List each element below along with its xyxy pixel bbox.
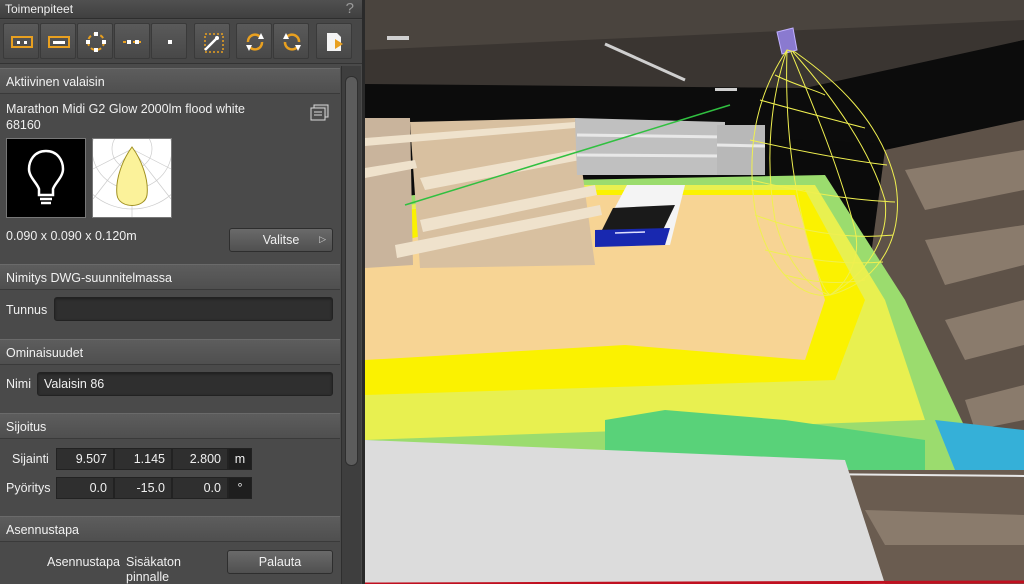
rotate-ccw-button[interactable] xyxy=(273,23,309,59)
move-icon xyxy=(11,36,33,48)
export-button[interactable] xyxy=(316,23,352,59)
move-horizontal-icon xyxy=(48,36,70,48)
panel-scrollbar[interactable] xyxy=(341,66,361,584)
scrollbar-thumb[interactable] xyxy=(345,76,358,466)
rotation-label: Pyöritys xyxy=(6,481,51,495)
luminaire-name: Marathon Midi G2 Glow 2000lm flood white xyxy=(6,102,246,116)
polar-curve-icon xyxy=(71,88,193,217)
move-button[interactable] xyxy=(3,23,39,59)
panel-titlebar: Toimenpiteet ? xyxy=(0,0,362,19)
luminaire-dimensions: 0.090 x 0.090 x 0.120m xyxy=(6,229,137,243)
align-line-button[interactable] xyxy=(114,23,150,59)
dwg-designation-header[interactable]: Nimitys DWG-suunnitelmassa xyxy=(0,264,340,290)
properties-header[interactable]: Ominaisuudet xyxy=(0,339,340,365)
panel-title: Toimenpiteet xyxy=(5,2,74,16)
help-icon[interactable]: ? xyxy=(346,0,354,17)
position-unit: m xyxy=(228,448,252,470)
foreground-floor xyxy=(365,440,885,584)
position-y-input[interactable]: 1.145 xyxy=(114,448,172,470)
rotation-y-input[interactable]: -15.0 xyxy=(114,477,172,499)
rotate-around-icon xyxy=(86,32,106,52)
luminaire-code: 68160 xyxy=(6,118,41,132)
active-luminaire-header[interactable]: Aktiivinen valaisin xyxy=(0,68,340,94)
point-icon xyxy=(168,40,172,44)
placement-header[interactable]: Sijoitus xyxy=(0,413,340,439)
light-bulb-icon xyxy=(27,149,65,205)
ceiling-light-strip xyxy=(387,36,409,40)
ceiling-light-strip xyxy=(715,88,737,91)
rotate-cw-button[interactable] xyxy=(236,23,272,59)
luminaire-info-icon[interactable] xyxy=(310,104,330,122)
export-icon xyxy=(327,33,343,51)
tunnus-input[interactable] xyxy=(54,297,333,321)
toolbar xyxy=(0,20,362,64)
rotate-cw-icon xyxy=(246,33,264,51)
actions-panel: Toimenpiteet ? Aktiivinen valaisin Marat… xyxy=(0,0,362,584)
3d-viewport[interactable] xyxy=(365,0,1024,584)
rotate-ccw-icon xyxy=(283,33,301,51)
rotate-around-button[interactable] xyxy=(77,23,113,59)
move-horizontal-button[interactable] xyxy=(40,23,76,59)
rotation-unit: ° xyxy=(228,477,252,499)
light-distribution-diagram xyxy=(71,88,193,218)
position-x-input[interactable]: 9.507 xyxy=(56,448,114,470)
reset-mounting-button[interactable]: Palauta xyxy=(227,550,333,574)
position-label: Sijainti xyxy=(12,452,49,466)
align-line-icon xyxy=(123,40,143,44)
rotation-x-input[interactable]: 0.0 xyxy=(56,477,114,499)
point-button[interactable] xyxy=(151,23,187,59)
position-z-input[interactable]: 2.800 xyxy=(172,448,228,470)
tunnus-label: Tunnus xyxy=(6,303,48,317)
select-luminaire-button[interactable]: Valitse ▷ xyxy=(229,228,333,252)
mounting-value-line2: pinnalle xyxy=(126,570,170,584)
mounting-header[interactable]: Asennustapa xyxy=(0,516,340,542)
3d-scene xyxy=(365,0,1024,584)
luminaire-image xyxy=(6,138,86,218)
mounting-label: Asennustapa xyxy=(47,555,120,569)
chevron-right-icon: ▷ xyxy=(319,234,326,244)
rotation-z-input[interactable]: 0.0 xyxy=(172,477,228,499)
name-label: Nimi xyxy=(6,377,31,391)
magic-wand-button[interactable] xyxy=(194,23,230,59)
mounting-value-line1: Sisäkaton xyxy=(126,555,181,569)
name-input[interactable]: Valaisin 86 xyxy=(37,372,333,396)
magic-wand-icon xyxy=(204,33,224,53)
